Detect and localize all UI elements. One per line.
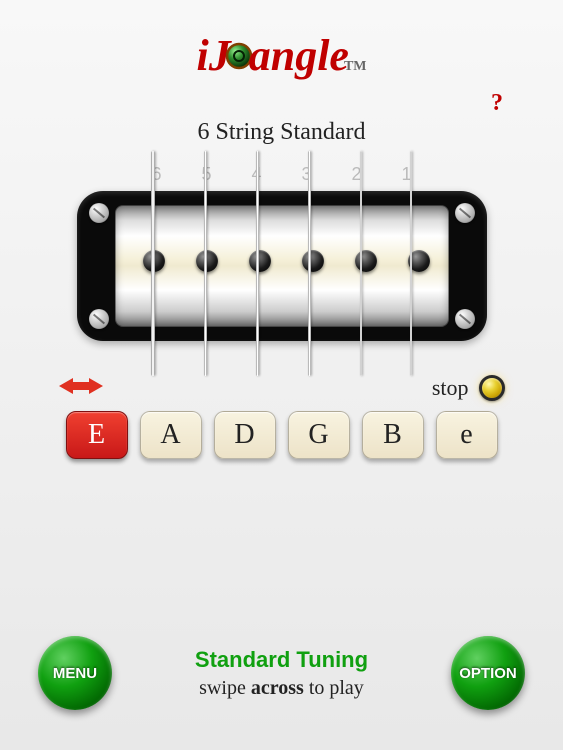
pickup-area[interactable] — [77, 191, 487, 341]
note-button-b[interactable]: B — [362, 411, 424, 459]
note-button-e-low[interactable]: E — [66, 411, 128, 459]
controls-row: stop — [47, 373, 517, 403]
screw-icon — [455, 309, 475, 329]
swipe-arrows-icon — [59, 373, 103, 403]
stop-led-button[interactable] — [479, 375, 505, 401]
hint-post: to play — [304, 677, 364, 699]
screw-icon — [89, 309, 109, 329]
screw-icon — [89, 203, 109, 223]
logo-rest: angle — [249, 30, 349, 81]
logo-tm: TM — [344, 59, 367, 75]
string-3[interactable] — [308, 151, 311, 376]
swipe-hint: swipe across to play — [112, 677, 451, 700]
string-1[interactable] — [410, 151, 412, 376]
note-button-d[interactable]: D — [214, 411, 276, 459]
tuning-title: 6 String Standard — [0, 119, 563, 146]
string-5[interactable] — [204, 151, 208, 376]
footer-center: Standard Tuning swipe across to play — [112, 647, 451, 700]
footer: MENU Standard Tuning swipe across to pla… — [0, 636, 563, 710]
note-button-row: E A D G B e — [0, 411, 563, 459]
hint-pre: swipe — [199, 677, 251, 699]
app-logo: i J angle TM — [0, 0, 563, 81]
string-number-row: 6 5 4 3 2 1 — [102, 164, 462, 185]
help-icon[interactable]: ? — [491, 90, 503, 117]
option-button[interactable]: OPTION — [451, 636, 525, 710]
screw-icon — [455, 203, 475, 223]
pickup-chrome — [115, 205, 449, 327]
tuning-name: Standard Tuning — [112, 647, 451, 673]
string-6[interactable] — [151, 151, 155, 376]
note-button-g[interactable]: G — [288, 411, 350, 459]
pole-piece — [355, 250, 377, 272]
pole-piece — [249, 250, 271, 272]
note-button-e-high[interactable]: e — [436, 411, 498, 459]
menu-button[interactable]: MENU — [38, 636, 112, 710]
pole-piece — [302, 250, 324, 272]
string-4[interactable] — [256, 151, 259, 376]
hint-bold: across — [251, 677, 304, 699]
note-button-a[interactable]: A — [140, 411, 202, 459]
logo-i: i — [196, 30, 208, 81]
string-2[interactable] — [360, 151, 362, 376]
stop-label: stop — [432, 375, 469, 401]
